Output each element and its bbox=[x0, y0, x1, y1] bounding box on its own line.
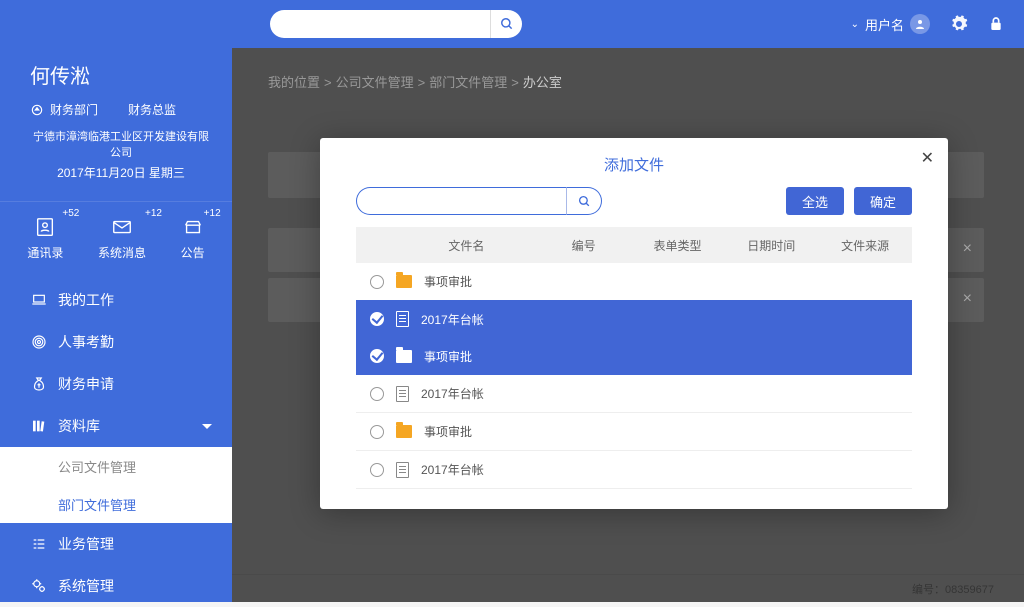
search-icon bbox=[500, 17, 514, 31]
row-radio[interactable] bbox=[370, 312, 384, 326]
contacts-shortcut[interactable]: +52 通讯录 bbox=[27, 216, 63, 261]
document-icon bbox=[396, 386, 409, 402]
contacts-label: 通讯录 bbox=[27, 244, 63, 261]
bg-row1-close[interactable]: × bbox=[963, 240, 972, 258]
modal-search-input[interactable] bbox=[356, 187, 566, 215]
nav-sub-company-files[interactable]: 公司文件管理 bbox=[0, 447, 232, 485]
add-file-modal: ✕ 添加文件 全选 确定 文件名 编号 表单类型 日期时间 文件来源 事项审批 2… bbox=[320, 138, 948, 509]
sidebar-profile: 何传淞 财务部门 财务总监 宁德市漳湾临港工业区开发建设有限公司 2017年11… bbox=[0, 0, 232, 191]
col-code: 编号 bbox=[537, 237, 631, 254]
mail-icon bbox=[111, 216, 133, 238]
folder-icon bbox=[396, 275, 412, 288]
fingerprint-icon bbox=[30, 333, 48, 351]
nav-biz[interactable]: 业务管理 bbox=[0, 523, 232, 565]
row-filename: 2017年台帐 bbox=[421, 311, 484, 328]
laptop-icon bbox=[30, 292, 48, 308]
file-row[interactable]: 事项审批 bbox=[356, 263, 912, 301]
dept-label: 财务部门 bbox=[50, 101, 98, 118]
refresh-icon bbox=[30, 103, 44, 117]
col-datetime: 日期时间 bbox=[724, 237, 818, 254]
books-icon bbox=[30, 418, 48, 434]
chevron-down-icon: ⌄ bbox=[851, 19, 859, 30]
contacts-badge: +52 bbox=[62, 208, 79, 219]
nav-hr-label: 人事考勤 bbox=[58, 332, 114, 352]
file-row[interactable]: 2017年台帐 bbox=[356, 300, 912, 338]
nav-mywork-label: 我的工作 bbox=[58, 290, 114, 310]
document-icon bbox=[396, 311, 409, 327]
nav-mywork[interactable]: 我的工作 bbox=[0, 279, 232, 321]
messages-label: 系统消息 bbox=[98, 244, 146, 261]
row-filename: 2017年台帐 bbox=[421, 385, 484, 402]
nav-sub-dept-files[interactable]: 部门文件管理 bbox=[0, 485, 232, 523]
row-filename: 事项审批 bbox=[424, 273, 472, 290]
announce-badge: +12 bbox=[204, 208, 221, 219]
modal-close-button[interactable]: ✕ bbox=[921, 148, 934, 168]
document-icon bbox=[396, 462, 409, 478]
username-label: 用户名 bbox=[865, 15, 904, 34]
nav-list: 我的工作 人事考勤 财务申请 资料库 公司文件管理 部门文件管理 业务管理 系统… bbox=[0, 279, 232, 607]
company-name: 宁德市漳湾临港工业区开发建设有限公司 bbox=[30, 128, 212, 160]
money-bag-icon bbox=[30, 375, 48, 393]
current-date: 2017年11月20日 星期三 bbox=[30, 164, 212, 181]
row-radio[interactable] bbox=[370, 463, 384, 477]
announce-label: 公告 bbox=[181, 244, 205, 261]
select-all-button[interactable]: 全选 bbox=[786, 187, 844, 215]
announce-shortcut[interactable]: +12 公告 bbox=[181, 216, 205, 261]
settings-button[interactable] bbox=[950, 15, 968, 33]
contacts-icon bbox=[34, 216, 56, 238]
avatar bbox=[910, 14, 930, 34]
profile-name: 何传淞 bbox=[30, 60, 212, 89]
role-label: 财务总监 bbox=[128, 101, 176, 118]
search-input[interactable] bbox=[270, 10, 490, 38]
file-row[interactable]: 2017年台帐 bbox=[356, 451, 912, 489]
messages-shortcut[interactable]: +12 系统消息 bbox=[98, 216, 146, 261]
confirm-button[interactable]: 确定 bbox=[854, 187, 912, 215]
modal-title: 添加文件 bbox=[320, 138, 948, 187]
global-search bbox=[270, 10, 522, 38]
row-filename: 事项审批 bbox=[424, 348, 472, 365]
col-filename: 文件名 bbox=[396, 237, 537, 254]
search-button[interactable] bbox=[490, 10, 522, 38]
modal-table-header: 文件名 编号 表单类型 日期时间 文件来源 bbox=[356, 227, 912, 263]
nav-sys[interactable]: 系统管理 bbox=[0, 565, 232, 607]
list-icon bbox=[30, 536, 48, 552]
modal-toolbar: 全选 确定 bbox=[320, 187, 948, 227]
messages-badge: +12 bbox=[145, 208, 162, 219]
modal-search-button[interactable] bbox=[566, 187, 602, 215]
row-radio[interactable] bbox=[370, 425, 384, 439]
row-filename: 事项审批 bbox=[424, 423, 472, 440]
nav-resources[interactable]: 资料库 bbox=[0, 405, 232, 447]
folder-icon bbox=[396, 350, 412, 363]
quick-stats: +52 通讯录 +12 系统消息 +12 公告 bbox=[0, 201, 232, 271]
modal-rows: 事项审批 2017年台帐事项审批 2017年台帐事项审批 2017年台帐 bbox=[320, 263, 948, 489]
breadcrumb: 我的位置>公司文件管理>部门文件管理>办公室 bbox=[268, 72, 562, 91]
dept-badge[interactable]: 财务部门 bbox=[30, 101, 98, 118]
nav-finance-label: 财务申请 bbox=[58, 374, 114, 394]
file-row[interactable]: 事项审批 bbox=[356, 337, 912, 375]
row-radio[interactable] bbox=[370, 275, 384, 289]
nav-sys-label: 系统管理 bbox=[58, 576, 114, 596]
header-right: ⌄ 用户名 bbox=[851, 14, 1004, 34]
sidebar: 何传淞 财务部门 财务总监 宁德市漳湾临港工业区开发建设有限公司 2017年11… bbox=[0, 0, 232, 602]
bg-row2-close[interactable]: × bbox=[963, 290, 972, 308]
col-source: 文件来源 bbox=[818, 237, 912, 254]
announce-icon bbox=[182, 216, 204, 238]
row-filename: 2017年台帐 bbox=[421, 461, 484, 478]
search-icon bbox=[578, 195, 591, 208]
lock-icon bbox=[988, 15, 1004, 33]
user-menu[interactable]: ⌄ 用户名 bbox=[851, 14, 930, 34]
file-row[interactable]: 2017年台帐 bbox=[356, 375, 912, 413]
nav-hr[interactable]: 人事考勤 bbox=[0, 321, 232, 363]
gears-icon bbox=[30, 577, 48, 595]
nav-finance[interactable]: 财务申请 bbox=[0, 363, 232, 405]
row-radio[interactable] bbox=[370, 387, 384, 401]
nav-resources-label: 资料库 bbox=[58, 416, 100, 436]
file-row[interactable]: 事项审批 bbox=[356, 413, 912, 451]
col-formtype: 表单类型 bbox=[631, 237, 725, 254]
gear-icon bbox=[950, 15, 968, 33]
folder-icon bbox=[396, 425, 412, 438]
nav-biz-label: 业务管理 bbox=[58, 534, 114, 554]
row-radio[interactable] bbox=[370, 349, 384, 363]
lock-button[interactable] bbox=[988, 15, 1004, 33]
